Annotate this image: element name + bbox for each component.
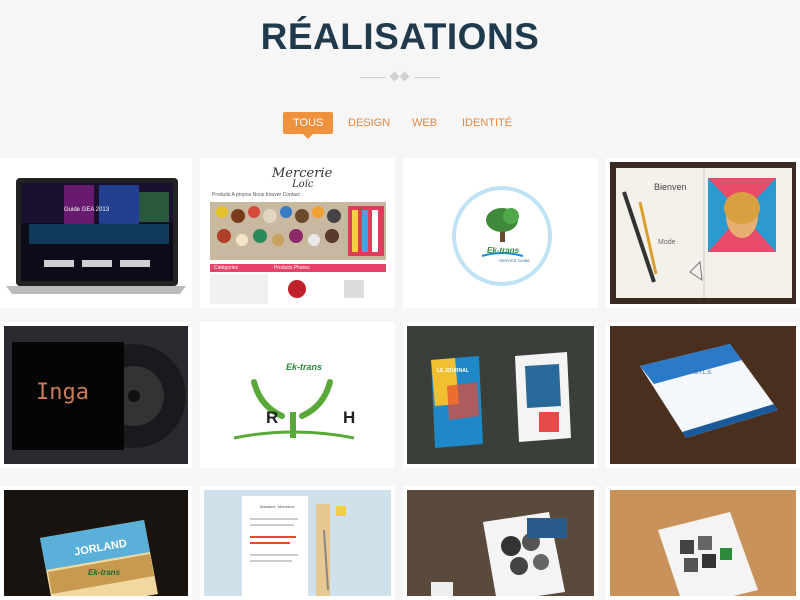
portfolio-item-mercerie[interactable]: Mercerie Loïc Produits A propos Nous tro… bbox=[200, 158, 395, 308]
portfolio-item-laptop[interactable]: Guide GEA 2013 bbox=[0, 158, 192, 308]
portfolio-item-inga[interactable]: Inga bbox=[0, 322, 192, 468]
mercerie-nav: Produits A propos Nous trouver Contact bbox=[212, 192, 300, 198]
portfolio-item-jorland[interactable]: JORLAND Ek-trans bbox=[0, 486, 192, 600]
magazines-image bbox=[431, 352, 571, 448]
sketchbook-image: Mode bbox=[616, 168, 792, 298]
filter-design[interactable]: DESIGN bbox=[348, 112, 390, 134]
buttons-banner-image bbox=[210, 202, 386, 260]
portfolio-item-brochure[interactable]: G.T.L.S. bbox=[606, 322, 800, 468]
svg-text:Mode: Mode bbox=[658, 239, 676, 246]
portfolio-item-magazines[interactable]: LE JOURNAL bbox=[403, 322, 598, 468]
brochure-text: G.T.L.S. bbox=[694, 370, 713, 376]
filter-all[interactable]: TOUS bbox=[283, 112, 334, 139]
portfolio-item-letter[interactable]: Madame, Monsieur, bbox=[200, 486, 395, 600]
title-divider bbox=[360, 71, 440, 84]
filter-bar: TOUS DESIGN WEB IDENTITÉ bbox=[0, 112, 800, 139]
magazines-cover-text: LE JOURNAL bbox=[437, 368, 469, 374]
portfolio-item-sketchbook[interactable]: Mode Bienven bbox=[606, 158, 800, 308]
rh-logo-letters: R H bbox=[266, 408, 386, 427]
filter-web[interactable]: WEB bbox=[412, 112, 437, 134]
flyer-image bbox=[431, 512, 567, 596]
ektrans-logo-text: Ek-trans bbox=[487, 246, 520, 255]
page-title: RÉALISATIONS bbox=[260, 16, 540, 57]
booklet-image bbox=[658, 512, 758, 596]
portfolio-grid: Guide GEA 2013 Mercerie Loïc Produits A … bbox=[0, 158, 800, 600]
sketchbook-text: Bienven bbox=[654, 182, 687, 192]
laptop-mockup-image bbox=[6, 178, 186, 294]
mercerie-brand-sub: Loïc bbox=[292, 179, 314, 190]
laptop-screen-text: Guide GEA 2013 bbox=[64, 207, 110, 213]
inga-title: Inga bbox=[36, 380, 89, 405]
filter-identity[interactable]: IDENTITÉ bbox=[462, 112, 512, 134]
letter-greeting: Madame, Monsieur, bbox=[260, 504, 296, 509]
ektrans-logo-subtext: SERVICE GHISE bbox=[499, 258, 531, 263]
letterhead-image bbox=[242, 496, 346, 596]
brochure-image bbox=[640, 344, 778, 438]
ektrans-logo-image bbox=[452, 186, 552, 286]
portfolio-item-booklet[interactable] bbox=[606, 486, 800, 600]
rh-logo-brand: Ek-trans bbox=[286, 362, 323, 372]
mercerie-section-products: Produits Phares bbox=[274, 265, 310, 271]
rh-logo-image bbox=[233, 379, 355, 440]
jorland-brand: Ek-trans bbox=[88, 568, 121, 577]
portfolio-item-ektrans-logo[interactable]: Ek-trans SERVICE GHISE bbox=[403, 158, 598, 308]
portfolio-item-flyer[interactable] bbox=[403, 486, 598, 600]
portfolio-item-rh-logo[interactable]: Ek-trans R H bbox=[200, 322, 395, 468]
mercerie-section-categories: Catégories bbox=[214, 265, 239, 271]
